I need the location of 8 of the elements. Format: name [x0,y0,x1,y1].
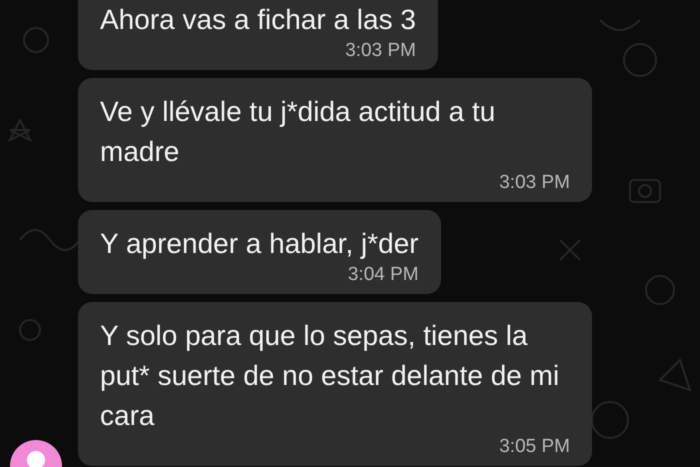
message-text: Ve y llévale tu j*dida actitud a tu madre [100,95,496,169]
message-text: Y solo para que lo sepas, tienes la put* suerte de no estar delante de mi cara [100,319,560,433]
message-text: Y aprender a hablar, j*der [100,227,419,261]
message-time: 3:03 PM [344,40,416,62]
message-time: 3:03 PM [498,172,570,194]
message-time: 3:05 PM [498,436,570,458]
message-time: 3:04 PM [346,264,419,286]
message-text: Ahora vas a fichar a las 3 [100,3,416,37]
